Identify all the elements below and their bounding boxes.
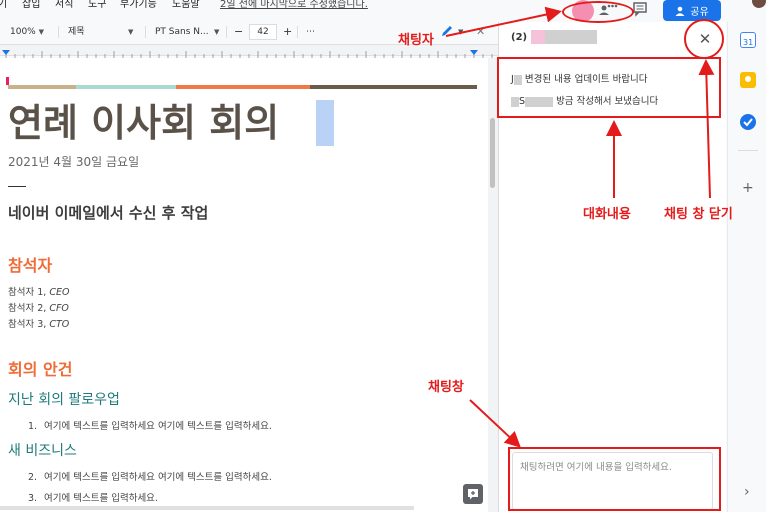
- font-select[interactable]: PT Sans N...: [155, 24, 209, 40]
- zoom-select[interactable]: 100% ▼: [10, 24, 44, 40]
- share-button[interactable]: 공유: [663, 0, 721, 21]
- annotation-conversation-label: 대화내용: [583, 207, 631, 222]
- font-size-input[interactable]: 42: [249, 24, 277, 40]
- svg-text:31: 31: [743, 38, 753, 47]
- keep-icon[interactable]: [740, 72, 756, 88]
- side-panel: 31 + ›: [727, 22, 766, 512]
- chevron-down-icon: ▼: [214, 28, 220, 36]
- list-item[interactable]: 2. 여기에 텍스트를 입력하세요 여기에 텍스트를 입력하세요.: [28, 469, 272, 483]
- annotation-chatter-circle: [562, 1, 634, 23]
- color-band-2: [76, 85, 176, 89]
- comment-history-icon[interactable]: [632, 1, 648, 17]
- followup-heading[interactable]: 지난 회의 팔로우업: [8, 389, 120, 409]
- style-select[interactable]: 제목: [68, 24, 85, 40]
- annotation-chat-window-label: 채팅창: [428, 380, 464, 395]
- sidebar-divider: [738, 150, 758, 151]
- list-item[interactable]: 1. 여기에 텍스트를 입력하세요 여기에 텍스트를 입력하세요.: [28, 418, 272, 432]
- menu-item-tools[interactable]: 도구: [88, 0, 106, 10]
- toolbar-divider: [145, 26, 146, 38]
- add-comment-button[interactable]: [463, 484, 483, 504]
- expand-panel-button[interactable]: ›: [744, 484, 750, 500]
- annotation-chat-window-box: [508, 447, 721, 511]
- chat-participant-count: (2): [511, 32, 528, 43]
- color-band-1: [8, 85, 76, 89]
- list-item[interactable]: 3. 여기에 텍스트를 입력하세요.: [28, 490, 158, 504]
- close-icon[interactable]: ✕: [476, 24, 485, 40]
- toolbar-divider: [297, 26, 298, 38]
- scrollbar-thumb[interactable]: [490, 118, 495, 188]
- calendar-icon[interactable]: 31: [740, 32, 756, 48]
- attendee-item[interactable]: 참석자 3, CTO: [8, 316, 69, 330]
- cursor-marker: [6, 77, 9, 85]
- document-date[interactable]: 2021년 4월 30일 금요일: [8, 153, 139, 170]
- note-heading[interactable]: 네이버 이메일에서 수신 후 작업: [8, 202, 208, 223]
- attendee-item[interactable]: 참석자 1, CEO: [8, 284, 69, 298]
- annotation-chatter-label: 채팅자: [398, 33, 434, 48]
- attendees-heading[interactable]: 참석자: [8, 252, 52, 276]
- chevron-down-icon: ▼: [38, 28, 44, 36]
- menu-item-format[interactable]: 서식: [55, 0, 73, 10]
- last-edit-link[interactable]: 2일 전에 마지막으로 수정했습니다.: [220, 0, 368, 10]
- vertical-scrollbar[interactable]: [488, 58, 498, 512]
- menu-bar: 기 삽입 서식 도구 부가기능 도움말 2일 전에 마지막으로 수정했습니다.: [0, 0, 766, 16]
- add-addon-button[interactable]: +: [742, 180, 754, 196]
- toolbar-divider: [58, 26, 59, 38]
- font-size-increase-button[interactable]: +: [283, 24, 292, 40]
- divider: [8, 186, 26, 187]
- new-business-heading[interactable]: 새 비즈니스: [8, 440, 77, 460]
- attendee-item[interactable]: 참석자 2, CFO: [8, 300, 69, 314]
- chat-participant-color: [531, 30, 545, 44]
- annotation-close-label: 채팅 창 닫기: [664, 207, 733, 222]
- color-band-4: [310, 85, 477, 89]
- menu-item-addons[interactable]: 부가기능: [120, 0, 157, 10]
- toolbar-divider: [226, 26, 227, 38]
- horizontal-scrollbar[interactable]: [0, 506, 414, 510]
- edit-mode-icon[interactable]: [440, 24, 454, 40]
- menu-item-file[interactable]: 기: [0, 0, 7, 10]
- person-add-icon: [675, 6, 685, 16]
- agenda-heading[interactable]: 회의 안건: [8, 356, 72, 380]
- share-label: 공유: [690, 7, 709, 18]
- add-comment-icon: [468, 489, 478, 500]
- document-page[interactable]: 연례 이사회 회의 2021년 4월 30일 금요일 네이버 이메일에서 수신 …: [0, 58, 488, 512]
- chevron-down-icon: ▼: [458, 28, 464, 36]
- more-options-button[interactable]: ⋯: [306, 24, 315, 40]
- menu-item-help[interactable]: 도움말: [172, 0, 200, 10]
- menu-item-insert[interactable]: 삽입: [22, 0, 40, 10]
- document-title[interactable]: 연례 이사회 회의: [8, 100, 279, 146]
- tasks-icon[interactable]: [740, 114, 756, 130]
- color-band-3: [176, 85, 310, 89]
- annotation-close-circle: [684, 19, 724, 59]
- chevron-down-icon: ▼: [128, 28, 134, 36]
- text-selection: [316, 100, 334, 146]
- annotation-conversation-box: [497, 57, 721, 118]
- font-size-decrease-button[interactable]: −: [234, 24, 243, 40]
